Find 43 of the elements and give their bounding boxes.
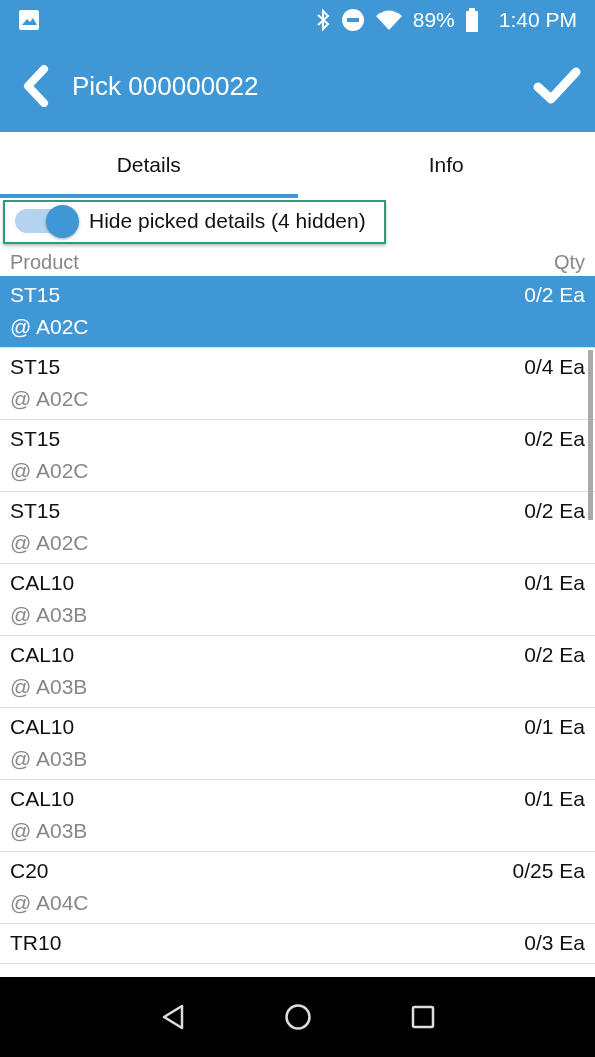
- quantity: 0/2 Ea: [524, 499, 585, 524]
- column-header: Product: [10, 250, 79, 274]
- back-button[interactable]: [22, 65, 50, 107]
- quantity: 0/1 Ea: [524, 571, 585, 596]
- location-code: @ A03B: [10, 675, 88, 699]
- quantity: 0/1 Ea: [524, 715, 585, 740]
- quantity: 0/25 Ea: [512, 859, 585, 884]
- location-code: @ A02C: [10, 315, 89, 339]
- product-code: CAL10: [10, 643, 76, 667]
- quantity: 0/2 Ea: [524, 427, 585, 452]
- location-code: @ A03B: [10, 603, 88, 627]
- clock-time: 1:40 PM: [498, 8, 577, 32]
- do-not-disturb-icon: [340, 8, 365, 32]
- product-code: TR10: [10, 931, 62, 955]
- quantity: 0/1 Ea: [524, 787, 585, 812]
- app-title: Pick 000000022: [72, 70, 260, 102]
- column-header: Qty: [553, 250, 585, 274]
- product-code: ST15: [10, 283, 62, 307]
- product-code: ST15: [10, 427, 62, 451]
- quantity: 0/3 Ea: [524, 931, 585, 955]
- quantity: 0/2 Ea: [524, 643, 585, 668]
- home-button[interactable]: [283, 1003, 312, 1031]
- image-icon: [18, 9, 40, 31]
- product-code: C20: [10, 859, 50, 883]
- location-code: @ A04C: [10, 891, 89, 915]
- product-code: ST15: [10, 499, 62, 523]
- toggle-label: Hide picked details (4 hidden): [89, 209, 366, 233]
- product-code: CAL10: [10, 715, 76, 739]
- recents-button[interactable]: [409, 1004, 436, 1030]
- product-code: CAL10: [10, 571, 76, 595]
- location-code: @ A02C: [10, 459, 89, 483]
- quantity: 0/2 Ea: [524, 283, 585, 308]
- product-code: ST15: [10, 355, 62, 379]
- product-code: CAL10: [10, 787, 76, 811]
- location-code: @ A03B: [10, 747, 88, 771]
- battery-percent: 89%: [412, 8, 455, 32]
- location-code: @ A02C: [10, 387, 89, 411]
- location-code: @ A03B: [10, 819, 88, 843]
- location-code: @ A02C: [10, 531, 89, 555]
- battery-icon: [464, 8, 479, 32]
- confirm-button[interactable]: [533, 66, 581, 106]
- wifi-icon: [374, 9, 403, 31]
- quantity: 0/4 Ea: [524, 355, 585, 380]
